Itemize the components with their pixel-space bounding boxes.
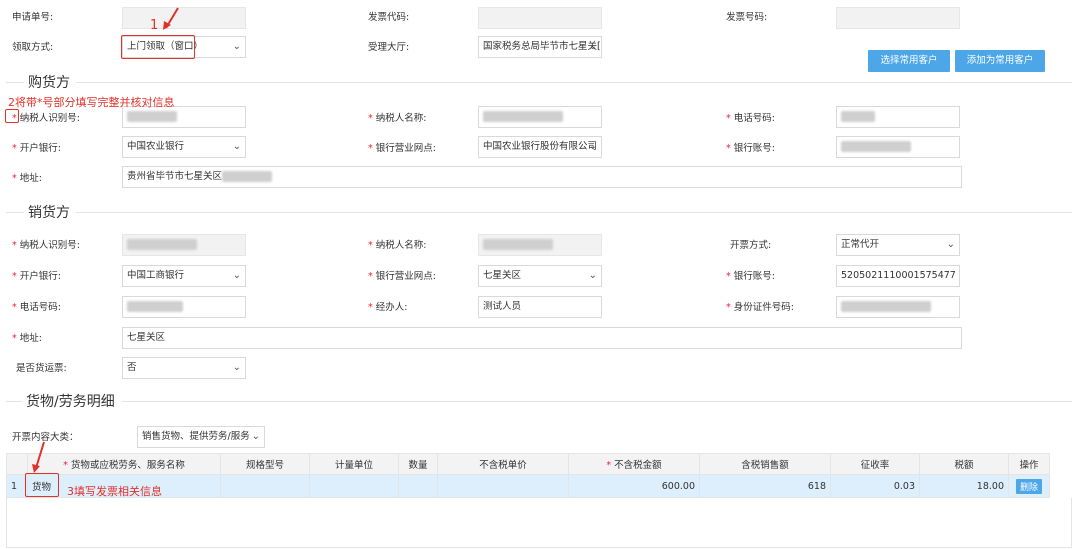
annotation-3-text: 3填写发票相关信息 bbox=[67, 485, 162, 498]
buyer-bank-label: * 开户银行: bbox=[12, 143, 61, 154]
seller-branch-label: * 银行营业网点: bbox=[368, 271, 436, 282]
id-no-field[interactable] bbox=[836, 296, 960, 318]
row-spec-cell[interactable] bbox=[220, 474, 310, 498]
divider bbox=[6, 82, 24, 83]
row-qty-cell[interactable] bbox=[398, 474, 438, 498]
annotation-box-receive-method bbox=[121, 35, 195, 59]
col-amount-excl: * 不含税金额 bbox=[568, 453, 700, 475]
chevron-down-icon: ⌄ bbox=[588, 270, 597, 281]
freight-label: 是否货运票: bbox=[16, 363, 67, 374]
freight-select[interactable]: 否 ⌄ bbox=[122, 357, 246, 379]
buyer-taxpayer-name-label: * 纳税人名称: bbox=[368, 113, 427, 124]
row-rate-cell: 0.03 bbox=[830, 474, 920, 498]
seller-phone-field[interactable] bbox=[122, 296, 246, 318]
delete-row-button[interactable]: 删除 bbox=[1015, 478, 1042, 494]
row-unit-price-cell[interactable] bbox=[437, 474, 569, 498]
chevron-down-icon: ⌄ bbox=[946, 239, 955, 250]
handler-label: * 经办人: bbox=[368, 302, 408, 313]
buyer-address-field[interactable]: 贵州省毕节市七星关区 bbox=[122, 166, 962, 188]
seller-account-label: * 银行账号: bbox=[726, 271, 775, 282]
invoice-no-label: 发票号码: bbox=[726, 12, 768, 23]
buyer-account-label: * 银行账号: bbox=[726, 143, 775, 154]
divider bbox=[6, 401, 22, 402]
chevron-down-icon: ⌄ bbox=[232, 362, 241, 373]
annotation-arrow-icon bbox=[32, 441, 45, 473]
seller-account-field[interactable]: 5205021110001575477 bbox=[836, 265, 960, 287]
buyer-address-label: * 地址: bbox=[12, 173, 42, 184]
seller-address-field[interactable]: 七星关区 bbox=[122, 327, 962, 349]
invoice-code-label: 发票代码: bbox=[368, 12, 410, 23]
seller-phone-label: * 电话号码: bbox=[12, 302, 61, 313]
buyer-phone-label: * 电话号码: bbox=[726, 113, 775, 124]
row-amount-incl-cell[interactable]: 618 bbox=[699, 474, 831, 498]
seller-taxpayer-name-field[interactable] bbox=[478, 234, 602, 256]
col-unit: 计量单位 bbox=[309, 453, 399, 475]
row-amount-excl-cell[interactable]: 600.00 bbox=[568, 474, 700, 498]
table-empty-area bbox=[6, 498, 1072, 548]
divider bbox=[122, 401, 1072, 402]
chevron-down-icon: ⌄ bbox=[232, 141, 241, 152]
buyer-phone-field[interactable] bbox=[836, 106, 960, 128]
seller-section-title: 销货方 bbox=[28, 205, 70, 221]
hall-select[interactable]: 国家税务总局毕节市七星关[⌄ bbox=[478, 36, 602, 58]
seller-taxpayer-id-label: * 纳税人识别号: bbox=[12, 240, 80, 251]
hall-label: 受理大厅: bbox=[368, 42, 410, 53]
annotation-2-text: 2将带*号部分填写完整并核对信息 bbox=[8, 96, 175, 109]
divider bbox=[76, 82, 1072, 83]
chevron-down-icon: ⌄ bbox=[232, 41, 241, 52]
col-qty: 数量 bbox=[398, 453, 438, 475]
col-tax: 税额 bbox=[919, 453, 1009, 475]
divider bbox=[6, 212, 24, 213]
annotation-arrow-icon bbox=[163, 7, 179, 30]
invoice-no-field[interactable] bbox=[836, 7, 960, 29]
seller-branch-select[interactable]: 七星关区 ⌄ bbox=[478, 265, 602, 287]
col-spec: 规格型号 bbox=[220, 453, 310, 475]
category-select[interactable]: 销售货物、提供劳务/服务 ⌄ bbox=[137, 426, 265, 448]
col-rate: 征收率 bbox=[830, 453, 920, 475]
row-unit-cell[interactable] bbox=[309, 474, 399, 498]
buyer-branch-select[interactable]: 中国农业银行股份有限公司 ⌄ bbox=[478, 136, 602, 158]
chevron-down-icon: ⌄ bbox=[251, 431, 260, 442]
col-unit-price: 不含税单价 bbox=[437, 453, 569, 475]
chevron-down-icon: ⌄ bbox=[588, 141, 597, 152]
invoice-method-select[interactable]: 正常代开 ⌄ bbox=[836, 234, 960, 256]
chevron-down-icon: ⌄ bbox=[588, 41, 597, 52]
invoice-code-field[interactable] bbox=[478, 7, 602, 29]
annotation-box-required-star bbox=[5, 109, 19, 123]
buyer-taxpayer-id-label: * 纳税人识别号: bbox=[12, 113, 80, 124]
buyer-account-field[interactable] bbox=[836, 136, 960, 158]
buyer-taxpayer-name-field[interactable] bbox=[478, 106, 602, 128]
chevron-down-icon: ⌄ bbox=[232, 270, 241, 281]
annotation-1-number: 1 bbox=[150, 18, 159, 33]
buyer-bank-select[interactable]: 中国农业银行 ⌄ bbox=[122, 136, 246, 158]
annotation-box-goods-name bbox=[25, 473, 59, 497]
seller-bank-select[interactable]: 中国工商银行 ⌄ bbox=[122, 265, 246, 287]
col-amount-incl: 含税销售额 bbox=[699, 453, 831, 475]
seller-address-label: * 地址: bbox=[12, 333, 42, 344]
receive-method-label: 领取方式: bbox=[12, 42, 54, 53]
buyer-branch-label: * 银行营业网点: bbox=[368, 143, 436, 154]
table-header-row: * 货物或应税劳务、服务名称 规格型号 计量单位 数量 不含税单价 * 不含税金额 … bbox=[6, 453, 1050, 475]
select-customer-button[interactable]: 选择常用客户 bbox=[868, 50, 950, 72]
seller-bank-label: * 开户银行: bbox=[12, 271, 61, 282]
apply-no-field[interactable] bbox=[122, 7, 246, 29]
col-action: 操作 bbox=[1008, 453, 1050, 475]
add-customer-button[interactable]: 添加为常用客户 bbox=[955, 50, 1045, 72]
id-no-label: * 身份证件号码: bbox=[726, 302, 794, 313]
seller-taxpayer-id-field[interactable] bbox=[122, 234, 246, 256]
table-row: 1 货物 600.00 618 0.03 18.00 删除 bbox=[6, 474, 1050, 498]
row-tax-cell: 18.00 bbox=[919, 474, 1009, 498]
invoice-method-label: 开票方式: bbox=[730, 240, 772, 251]
buyer-section-title: 购货方 bbox=[28, 75, 70, 91]
goods-table: * 货物或应税劳务、服务名称 规格型号 计量单位 数量 不含税单价 * 不含税金额 … bbox=[6, 453, 1050, 498]
handler-field[interactable]: 测试人员 bbox=[478, 296, 602, 318]
divider bbox=[76, 212, 1072, 213]
apply-no-label: 申请单号: bbox=[12, 12, 54, 23]
col-name: * 货物或应税劳务、服务名称 bbox=[27, 453, 221, 475]
goods-section-title: 货物/劳务明细 bbox=[26, 394, 115, 410]
seller-taxpayer-name-label: * 纳税人名称: bbox=[368, 240, 427, 251]
